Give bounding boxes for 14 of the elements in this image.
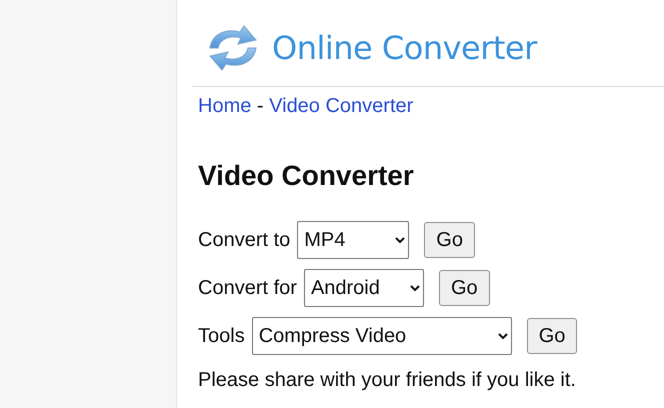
breadcrumb-separator: - xyxy=(256,95,265,117)
page-heading: Video Converter xyxy=(198,159,415,193)
field-label: Tools xyxy=(198,324,245,349)
go-button[interactable]: Go xyxy=(438,270,490,306)
dropdown[interactable]: MP4 xyxy=(297,221,410,259)
go-button[interactable]: Go xyxy=(424,222,475,258)
dropdown[interactable]: Android xyxy=(304,269,424,307)
dropdown[interactable]: Compress Video xyxy=(252,317,512,355)
breadcrumb-link[interactable]: Home xyxy=(198,95,252,117)
share-message: Please share with your friends if you like it. xyxy=(198,368,577,393)
field-label: Convert for xyxy=(198,276,297,301)
field-label: Convert to xyxy=(198,228,290,253)
go-button[interactable]: Go xyxy=(526,318,578,354)
breadcrumb-link[interactable]: Video Converter xyxy=(269,95,414,117)
